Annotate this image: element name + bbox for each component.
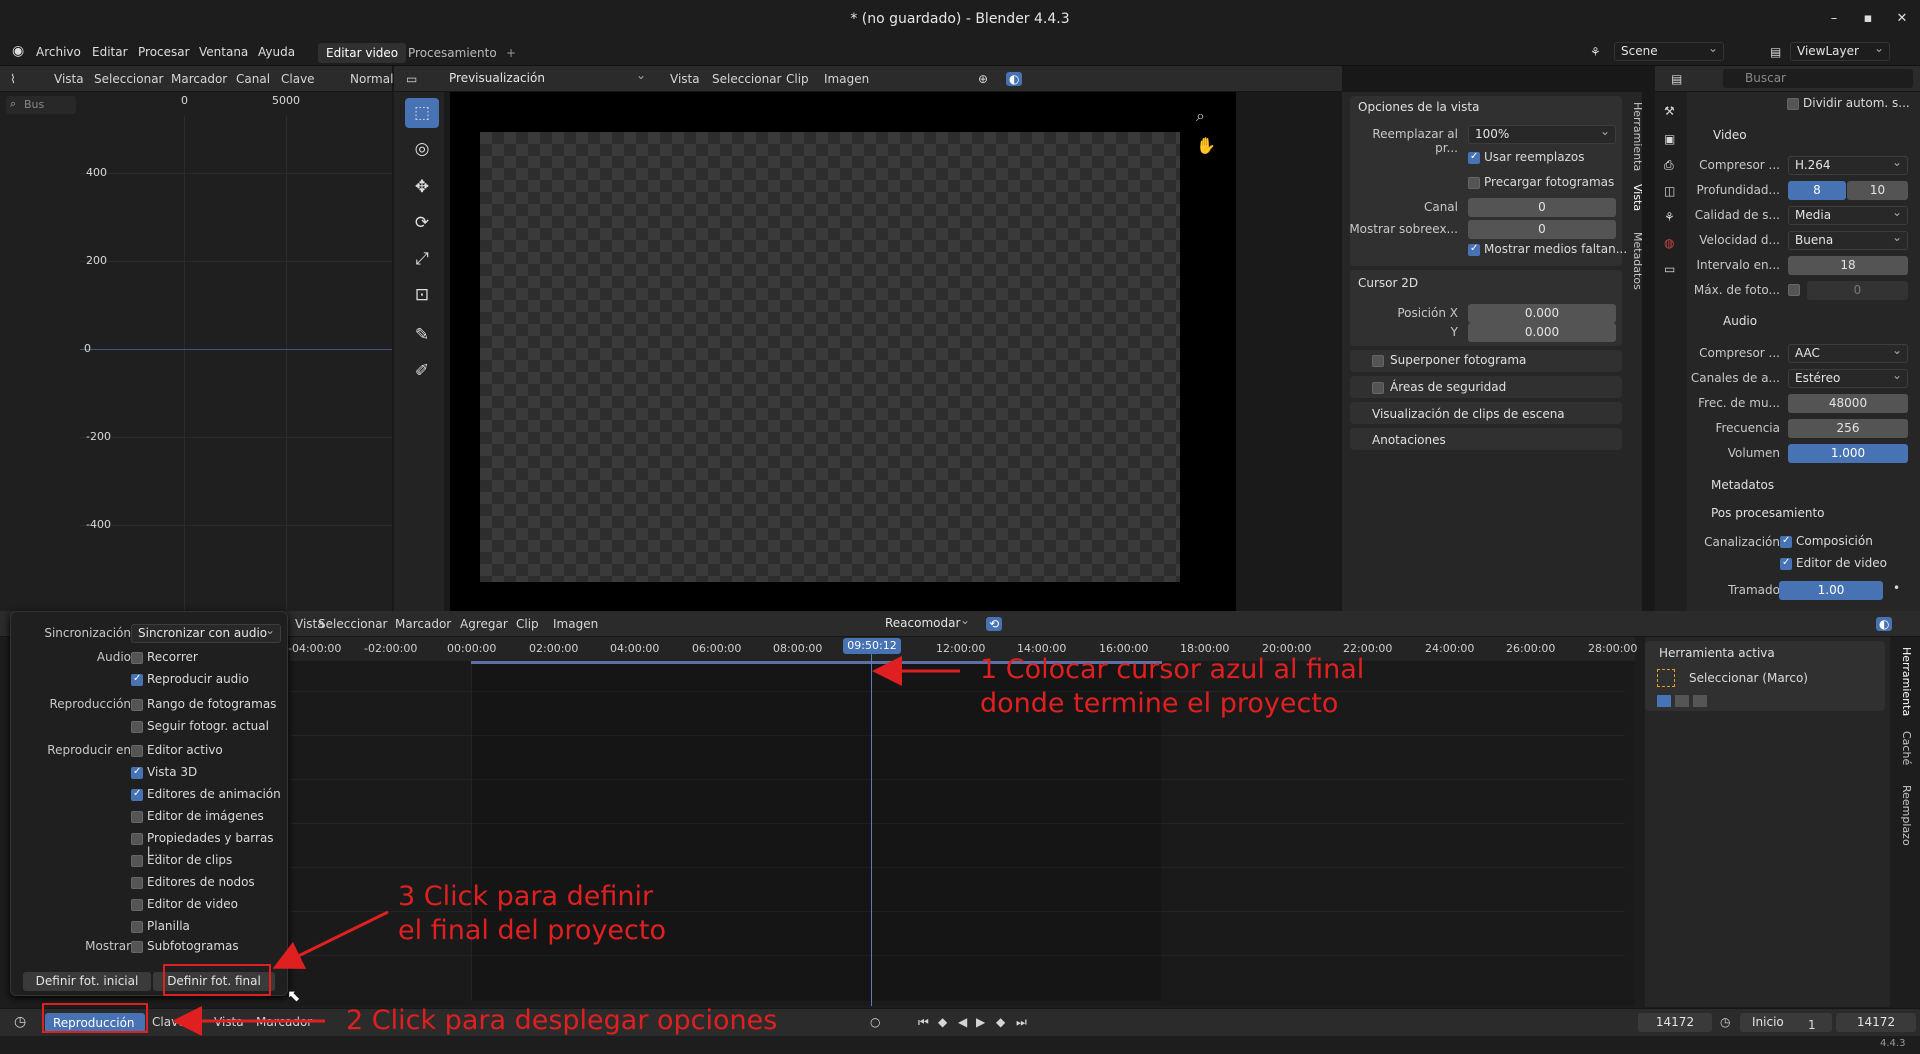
arrow-3 <box>272 910 389 969</box>
mouse-cursor-icon: ⬉ <box>287 986 301 1005</box>
annotation-arrows <box>172 656 960 1036</box>
